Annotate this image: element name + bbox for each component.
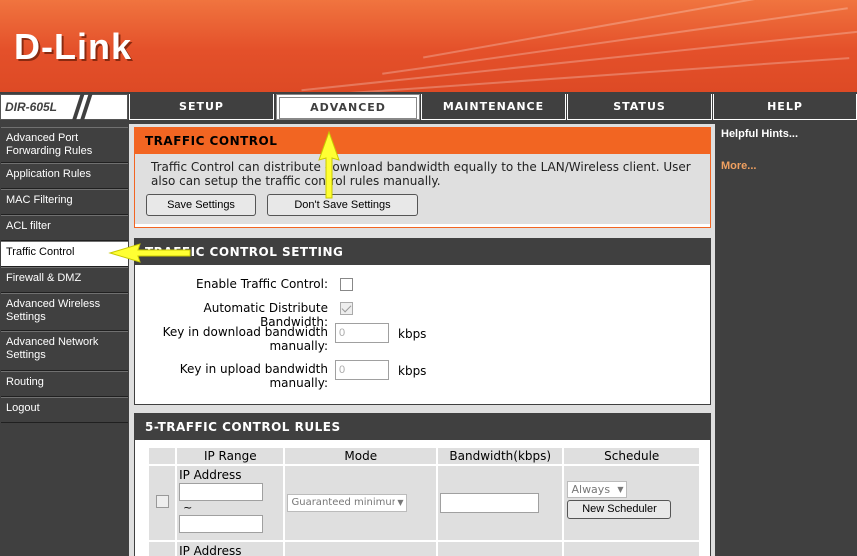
enable-traffic-control-label: Enable Traffic Control:: [196, 277, 328, 291]
model-badge: DIR-605L: [0, 93, 128, 123]
chevron-down-icon: ▼: [617, 485, 624, 494]
sidebar-item-advanced-port-forwarding[interactable]: Advanced Port Forwarding Rules: [1, 127, 128, 163]
column-header: Mode: [285, 448, 437, 464]
mode-cell: [285, 542, 437, 556]
traffic-control-section: TRAFFIC CONTROL Traffic Control can dist…: [134, 127, 711, 228]
table-row: IP Address: [149, 542, 699, 556]
column-header: IP Range: [177, 448, 284, 464]
column-header: Schedule: [564, 448, 699, 464]
save-settings-button[interactable]: Save Settings: [146, 194, 256, 216]
helpful-hints-title: Helpful Hints...: [721, 128, 798, 140]
schedule-select[interactable]: Always ▼: [567, 481, 628, 498]
model-name: DIR-605L: [5, 100, 58, 114]
section-title: TRAFFIC CONTROL: [135, 128, 710, 154]
sidebar-item-routing[interactable]: Routing: [1, 371, 128, 397]
ip-range-cell: IP Address ~: [177, 466, 284, 540]
sidebar-item-advanced-network[interactable]: Advanced Network Settings: [1, 331, 128, 371]
upload-bandwidth-label: Key in upload bandwidth manually:: [179, 362, 328, 390]
helpful-hints-panel: Helpful Hints... More...: [715, 124, 857, 556]
dlink-logo: D-Link: [14, 26, 132, 67]
new-scheduler-button[interactable]: New Scheduler: [567, 500, 672, 519]
bandwidth-input[interactable]: [440, 493, 540, 513]
chevron-down-icon: ▼: [395, 495, 404, 511]
traffic-control-setting-section: TRAFFIC CONTROL SETTING Enable Traffic C…: [134, 238, 711, 405]
download-bandwidth-input[interactable]: 0: [335, 323, 389, 343]
ip-range-cell: IP Address: [177, 542, 284, 556]
ip-address-label: IP Address: [179, 468, 242, 482]
traffic-control-rules-section: 5-TRAFFIC CONTROL RULES IP Range Mode Ba…: [134, 413, 711, 556]
ip-start-input[interactable]: [179, 483, 264, 501]
column-header: Bandwidth(kbps): [438, 448, 563, 464]
download-bandwidth-label: Key in download bandwidth manually:: [162, 325, 328, 353]
annotation-arrow-up-icon: [318, 130, 340, 199]
tab-help[interactable]: HELP: [713, 94, 857, 120]
tab-status[interactable]: STATUS: [567, 94, 712, 120]
main-content: TRAFFIC CONTROL Traffic Control can dist…: [129, 124, 715, 556]
schedule-cell: Always ▼ New Scheduler: [564, 466, 699, 540]
tab-advanced[interactable]: ADVANCED: [276, 94, 420, 120]
column-header: [149, 448, 176, 464]
tab-maintenance[interactable]: MAINTENANCE: [421, 94, 566, 120]
table-header-row: IP Range Mode Bandwidth(kbps) Schedule: [149, 448, 699, 464]
enable-traffic-control-checkbox[interactable]: [340, 278, 353, 291]
header-banner: D-Link: [0, 0, 857, 92]
mode-select[interactable]: Guaranteed minimum ▼: [287, 494, 408, 512]
table-row: IP Address ~ Guaranteed minimum ▼ Always…: [149, 466, 699, 540]
sidebar-item-firewall-dmz[interactable]: Firewall & DMZ: [1, 267, 128, 293]
mode-select-value: Guaranteed minimum: [291, 497, 402, 508]
mode-cell: Guaranteed minimum ▼: [285, 466, 437, 540]
auto-distribute-checkbox[interactable]: [340, 302, 353, 315]
sidebar-item-application-rules[interactable]: Application Rules: [1, 163, 128, 189]
rules-table: IP Range Mode Bandwidth(kbps) Schedule I…: [147, 446, 701, 556]
ip-address-label: IP Address: [179, 544, 242, 556]
traffic-control-body: Traffic Control can distribute download …: [135, 154, 710, 224]
hints-more-link[interactable]: More...: [721, 160, 851, 172]
sidebar: Advanced Port Forwarding Rules Applicati…: [0, 124, 129, 556]
schedule-select-value: Always: [571, 483, 611, 496]
download-unit: kbps: [398, 327, 427, 341]
section-title: 5-TRAFFIC CONTROL RULES: [135, 414, 710, 440]
bandwidth-cell: [438, 542, 563, 556]
bandwidth-cell: [438, 466, 563, 540]
schedule-cell: [564, 542, 699, 556]
row-select-cell: [149, 542, 176, 556]
sidebar-item-advanced-wireless[interactable]: Advanced Wireless Settings: [1, 293, 128, 331]
sidebar-item-logout[interactable]: Logout: [1, 397, 128, 423]
top-nav: DIR-605L SETUP ADVANCED MAINTENANCE STAT…: [0, 93, 857, 123]
sidebar-item-acl-filter[interactable]: ACL filter: [1, 215, 128, 241]
row-checkbox[interactable]: [155, 495, 169, 508]
annotation-arrow-left-icon: [108, 243, 191, 263]
tilde-separator: ~: [183, 501, 193, 514]
sidebar-item-mac-filtering[interactable]: MAC Filtering: [1, 189, 128, 215]
router-admin-page: D-Link DIR-605L SETUP ADVANCED MAINTENAN…: [0, 0, 857, 556]
upload-bandwidth-input[interactable]: 0: [335, 360, 389, 380]
tab-setup[interactable]: SETUP: [129, 94, 274, 120]
dont-save-settings-button[interactable]: Don't Save Settings: [267, 194, 418, 216]
row-select-cell: [149, 466, 176, 540]
section-title: TRAFFIC CONTROL SETTING: [135, 239, 710, 265]
upload-unit: kbps: [398, 364, 427, 378]
traffic-control-description: Traffic Control can distribute download …: [151, 160, 691, 188]
ip-end-input[interactable]: [179, 515, 264, 533]
